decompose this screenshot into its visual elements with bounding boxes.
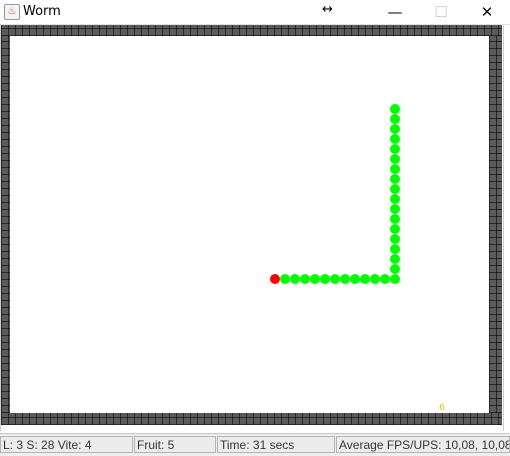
worm-segment <box>330 274 340 284</box>
close-button[interactable]: ✕ <box>464 0 510 24</box>
worm-segment <box>380 274 390 284</box>
title-bar: ♨ Worm ↔ — ☐ ✕ <box>0 0 510 25</box>
worm-segment <box>390 224 400 234</box>
maximize-button: ☐ <box>434 3 448 21</box>
worm-segment <box>390 194 400 204</box>
worm-segment <box>320 274 330 284</box>
window-title: Worm <box>23 4 61 19</box>
level-score-lives-field: L: 3 S: 28 Vite: 4 <box>0 436 133 453</box>
worm-segment <box>370 274 380 284</box>
worm-segment <box>390 184 400 194</box>
worm-segment <box>390 234 400 244</box>
worm-segment <box>390 204 400 214</box>
worm-segment <box>340 274 350 284</box>
worm-segment <box>390 254 400 264</box>
worm-segment <box>390 274 400 284</box>
worm-segment <box>290 274 300 284</box>
worm-segment <box>390 134 400 144</box>
worm-head <box>270 274 280 284</box>
wall-right <box>489 36 502 413</box>
fps-field: Average FPS/UPS: 10,08, 10,08 <box>336 436 510 453</box>
worm-segment <box>350 274 360 284</box>
worm-segment <box>390 104 400 114</box>
worm-segment <box>390 174 400 184</box>
worm-segment <box>390 154 400 164</box>
wall-left <box>1 36 10 413</box>
worm-segment <box>390 214 400 224</box>
worm-segment <box>390 144 400 154</box>
worm-segment <box>390 164 400 174</box>
wall-top <box>1 25 502 36</box>
worm-segment <box>280 274 290 284</box>
minimize-button[interactable]: — <box>372 0 418 24</box>
worm-segment <box>310 274 320 284</box>
worm-segment <box>360 274 370 284</box>
worm-segment <box>390 114 400 124</box>
fruit-count-field: Fruit: 5 <box>134 436 216 453</box>
play-area: 6 <box>10 36 489 413</box>
fruit-value-label: 6 <box>439 403 445 413</box>
resize-arrow-icon: ↔ <box>322 2 333 17</box>
worm-segment <box>300 274 310 284</box>
game-canvas[interactable]: 6 <box>0 25 504 431</box>
status-bar: L: 3 S: 28 Vite: 4 Fruit: 5 Time: 31 sec… <box>0 433 510 456</box>
worm-segment <box>390 264 400 274</box>
java-cup-icon[interactable]: ♨ <box>4 4 20 20</box>
worm-segment <box>390 244 400 254</box>
worm-segment <box>390 124 400 134</box>
time-field: Time: 31 secs <box>217 436 335 453</box>
wall-bottom <box>1 413 502 425</box>
